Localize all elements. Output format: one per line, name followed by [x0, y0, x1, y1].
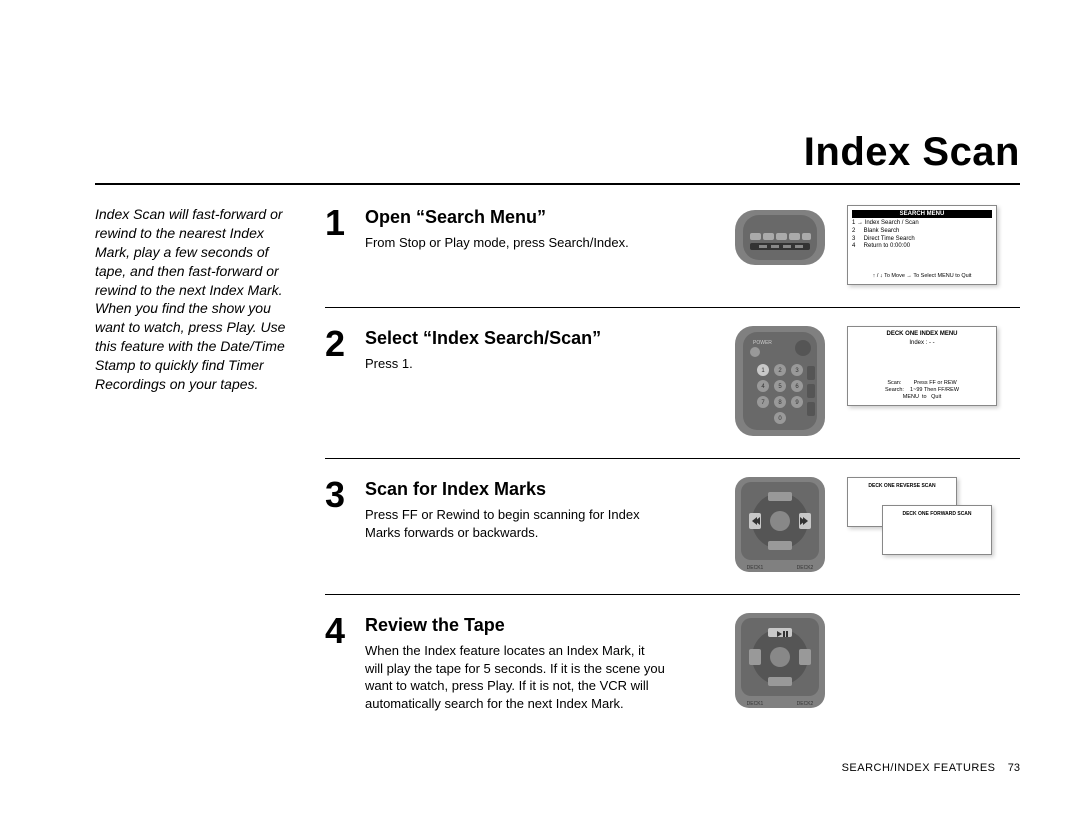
step-text: When the Index feature locates an Index … [365, 642, 665, 712]
svg-text:DECK2: DECK2 [797, 565, 814, 571]
step-2: 2 Select “Index Search/Scan” Press 1. PO… [325, 326, 1020, 458]
page-title: Index Scan [95, 130, 1020, 175]
search-menu-screen: SEARCH MENU 1 → Index Search / Scan 2 Bl… [847, 205, 997, 285]
step-text: Press FF or Rewind to begin scanning for… [365, 506, 665, 541]
screen-footer: Scan: Press FF or REW Search: 1~99 Then … [852, 380, 992, 401]
menu-line: 1 → Index Search / Scan [852, 220, 992, 228]
step-divider [325, 307, 1020, 308]
step-heading: Select “Index Search/Scan” [365, 328, 710, 349]
step-number: 4 [325, 613, 350, 712]
menu-line: 2 Blank Search [852, 228, 992, 236]
screen-title: DECK ONE INDEX MENU [852, 331, 992, 337]
scan-screens: DECK ONE REVERSE SCAN DECK ONE FORWARD S… [847, 477, 997, 557]
title-rule [95, 183, 1020, 185]
remote-numpad-illustration: POWER 1 2 3 4 5 6 7 8 9 [725, 326, 835, 436]
screen-title: SEARCH MENU [852, 210, 992, 218]
step-3: 3 Scan for Index Marks Press FF or Rewin… [325, 477, 1020, 594]
svg-text:DECK2: DECK2 [797, 701, 814, 707]
screen-line: Index : - - [852, 340, 992, 346]
step-1: 1 Open “Search Menu” From Stop or Play m… [325, 205, 1020, 307]
remote-top-illustration [725, 205, 835, 265]
step-heading: Scan for Index Marks [365, 479, 710, 500]
forward-scan-screen: DECK ONE FORWARD SCAN [882, 505, 992, 555]
svg-text:DECK1: DECK1 [747, 565, 764, 571]
menu-line: 3 Direct Time Search [852, 236, 992, 244]
index-menu-screen: DECK ONE INDEX MENU Index : - - Scan: Pr… [847, 326, 997, 406]
screen-footer: ↑ / ↓ To Move → To Select MENU to Quit [852, 273, 992, 280]
intro-text: Index Scan will fast-forward or rewind t… [95, 205, 300, 734]
svg-text:POWER: POWER [753, 340, 772, 346]
page-footer: SEARCH/INDEX FEATURES 73 [842, 762, 1020, 774]
step-text: Press 1. [365, 355, 665, 373]
step-number: 2 [325, 326, 350, 436]
svg-text:DECK1: DECK1 [747, 701, 764, 707]
remote-transport-illustration: DECK1 DECK2 [725, 477, 835, 572]
footer-page-number: 73 [1008, 762, 1020, 774]
footer-section: SEARCH/INDEX FEATURES [842, 762, 996, 774]
step-4: 4 Review the Tape When the Index feature… [325, 613, 1020, 734]
menu-line: 4 Return to 0:00:00 [852, 243, 992, 251]
step-divider [325, 458, 1020, 459]
step-text: From Stop or Play mode, press Search/Ind… [365, 234, 665, 252]
step-number: 3 [325, 477, 350, 572]
step-number: 1 [325, 205, 350, 285]
step-divider [325, 594, 1020, 595]
step-heading: Open “Search Menu” [365, 207, 710, 228]
remote-transport-illustration: DECK1 DECK2 [725, 613, 835, 708]
step-heading: Review the Tape [365, 615, 710, 636]
